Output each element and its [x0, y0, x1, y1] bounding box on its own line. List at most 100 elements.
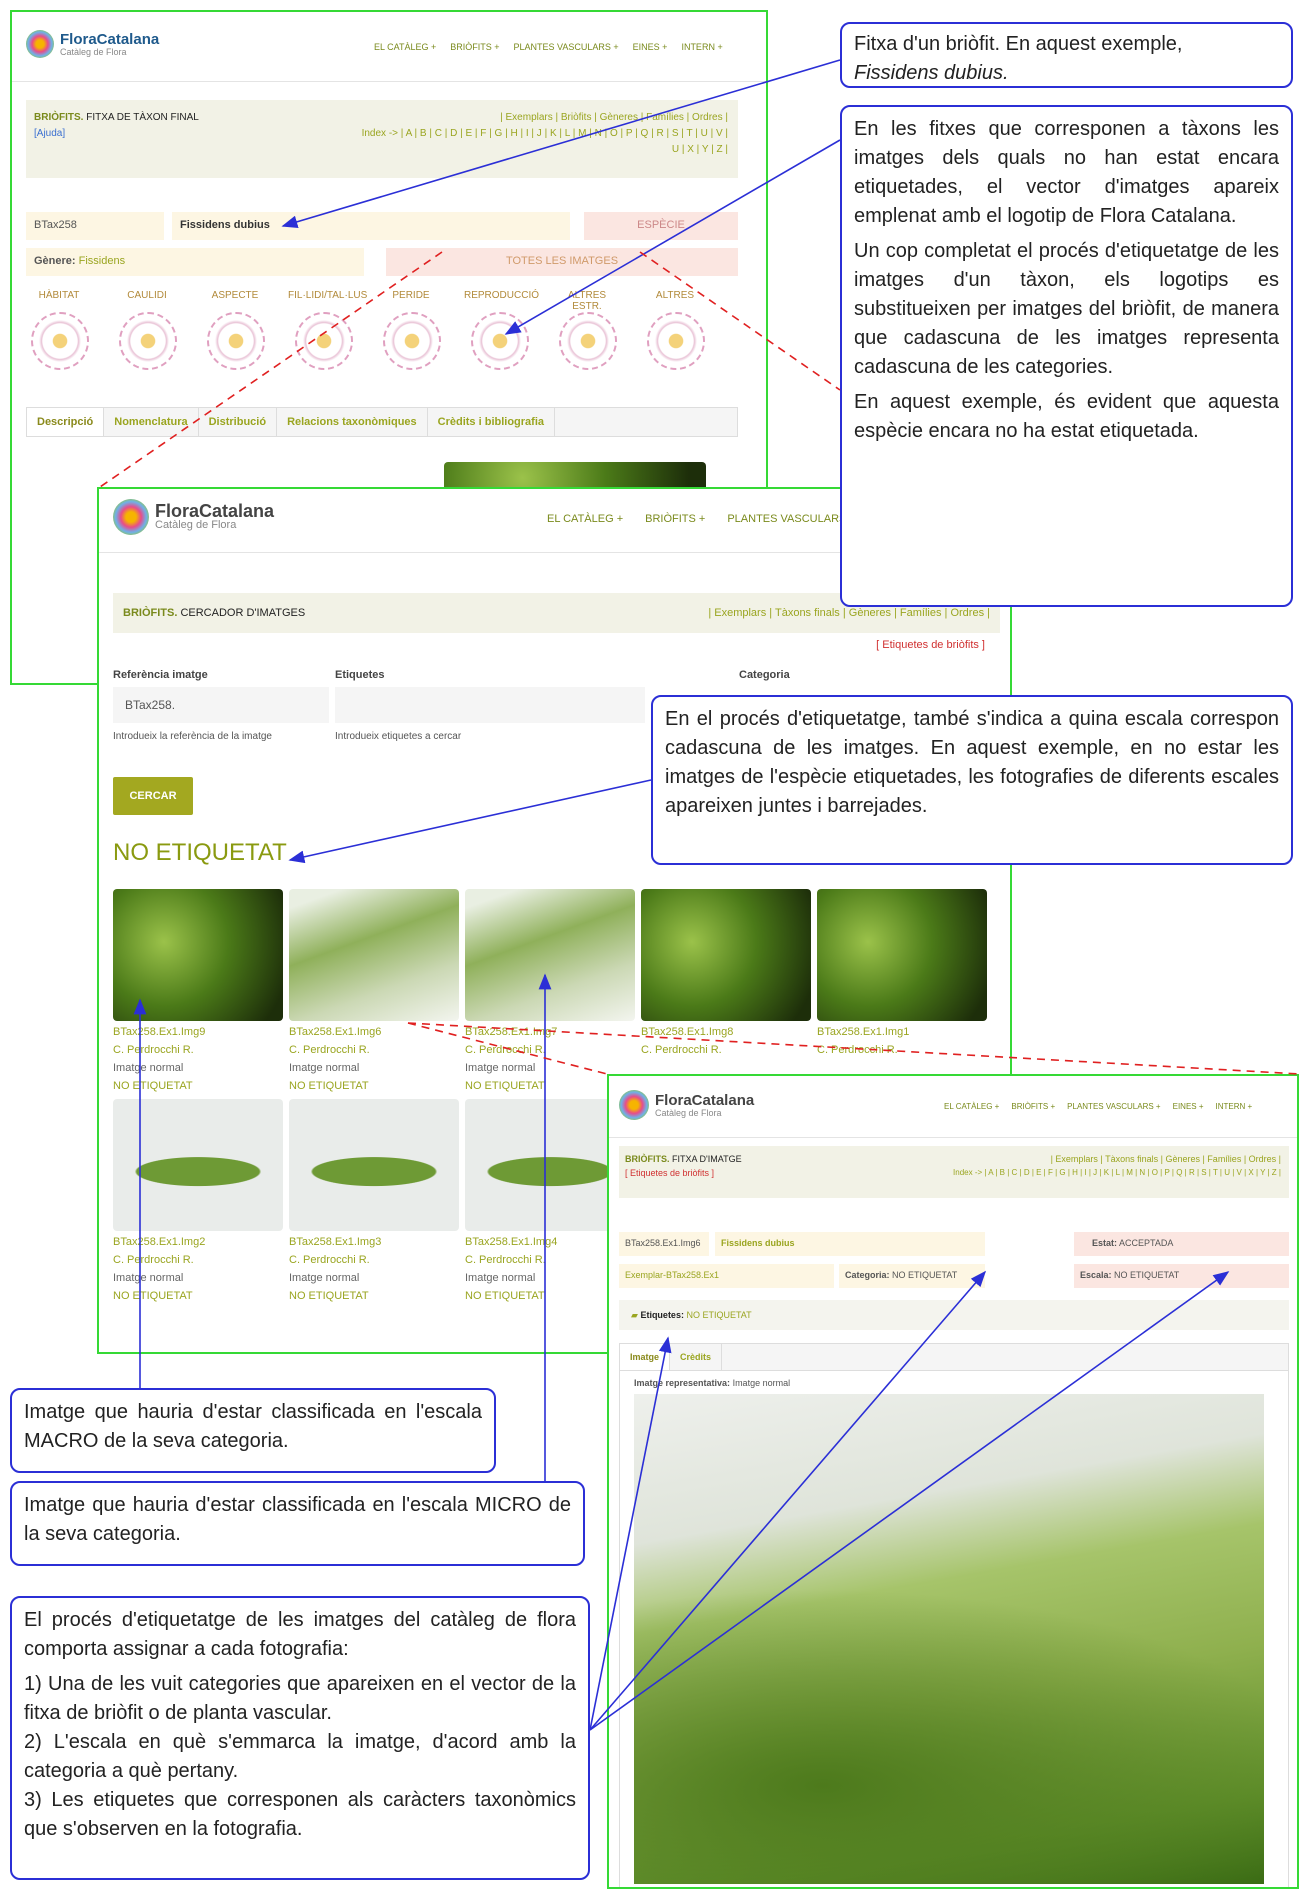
result-thumbnail[interactable]	[817, 889, 987, 1021]
flora-logo-placeholder-icon[interactable]	[383, 312, 441, 370]
note-macro: Imatge que hauria d'estar classificada e…	[10, 1388, 496, 1473]
folder-icon: ▰	[631, 1310, 638, 1320]
nav-cataleg[interactable]: EL CATÀLEG +	[547, 513, 623, 525]
search-button[interactable]: CERCAR	[113, 777, 193, 815]
flora-logo-placeholder-icon[interactable]	[31, 312, 89, 370]
result-author[interactable]: C. Perdrocchi R.	[817, 1041, 967, 1059]
brand-name: FloraCatalana	[60, 30, 160, 48]
flora-logo-placeholder-icon[interactable]	[119, 312, 177, 370]
ref-label: Referència imatge	[113, 669, 208, 681]
tab-descripcio[interactable]: Descripció	[27, 408, 105, 436]
result-id[interactable]: BTax258.Ex1.Img3	[289, 1233, 439, 1251]
tab-relacions[interactable]: Relacions taxonòmiques	[277, 408, 428, 436]
result-thumbnail[interactable]	[289, 889, 459, 1021]
tab-distribucio[interactable]: Distribució	[199, 408, 278, 436]
result-author[interactable]: C. Perdrocchi R.	[113, 1041, 263, 1059]
result-thumbnail[interactable]	[641, 889, 811, 1021]
result-author[interactable]: C. Perdrocchi R.	[641, 1041, 791, 1059]
alpha-index[interactable]: Index -> | A | B | C | D | E | F | G | H…	[362, 128, 728, 139]
main-nav: EL CATÀLEG + BRIÒFITS + PLANTES VASCULAR…	[944, 1102, 1252, 1111]
tab-imatge[interactable]: Imatge	[620, 1344, 671, 1370]
category-label-0: HÀBITAT	[38, 290, 80, 301]
logo[interactable]: FloraCatalana Catàleg de Flora	[619, 1090, 754, 1120]
result-id[interactable]: BTax258.Ex1.Img7	[465, 1023, 615, 1041]
tags-input[interactable]	[335, 687, 645, 723]
taxon-tabs: Descripció Nomenclatura Distribució Rela…	[26, 407, 738, 437]
nav-briofits[interactable]: BRIÒFITS +	[645, 513, 705, 525]
note-fitxa: Fitxa d'un briòfit. En aquest exemple, Fi…	[840, 22, 1293, 88]
nav-intern[interactable]: INTERN +	[681, 42, 722, 52]
tab-credits[interactable]: Crèdits i bibliografia	[428, 408, 556, 436]
tags-link[interactable]: [ Etiquetes de briòfits ]	[625, 1168, 714, 1178]
flora-logo-placeholder-icon[interactable]	[207, 312, 265, 370]
ref-input[interactable]: BTax258.	[113, 687, 329, 723]
result-state: NO ETIQUETAT	[465, 1290, 545, 1302]
result-author[interactable]: C. Perdrocchi R.	[289, 1251, 439, 1269]
tags-row: ▰ Etiquetes: NO ETIQUETAT	[619, 1300, 1289, 1330]
nav-eines[interactable]: EINES +	[1173, 1102, 1204, 1111]
flora-logo-placeholder-icon[interactable]	[471, 312, 529, 370]
tags-link[interactable]: [ Etiquetes de briòfits ]	[876, 639, 985, 651]
category-label-7: ALTRES	[655, 290, 695, 301]
result-thumbnail[interactable]	[113, 889, 283, 1021]
image-id: BTax258.Ex1.Img6	[619, 1232, 709, 1256]
section-links[interactable]: | Exemplars | Briòfits | Gèneres | Famíl…	[500, 112, 728, 123]
main-nav: EL CATÀLEG + BRIÒFITS + PLANTES VASCULAR…	[374, 42, 723, 52]
category-label-2: ASPECTE	[211, 290, 259, 301]
result-id[interactable]: BTax258.Ex1.Img8	[641, 1023, 791, 1041]
result-author[interactable]: C. Perdrocchi R.	[113, 1251, 263, 1269]
nav-plantes-vasculars[interactable]: PLANTES VASCULARS +	[514, 42, 619, 52]
logo[interactable]: FloraCatalana Catàleg de Flora	[113, 499, 274, 535]
result-id[interactable]: BTax258.Ex1.Img9	[113, 1023, 263, 1041]
nav-intern[interactable]: INTERN +	[1216, 1102, 1253, 1111]
result-thumbnail[interactable]	[113, 1099, 283, 1231]
nav-cataleg[interactable]: EL CATÀLEG +	[374, 42, 436, 52]
nav-briofits[interactable]: BRIÒFITS +	[1011, 1102, 1055, 1111]
flora-logo-placeholder-icon[interactable]	[295, 312, 353, 370]
result-id[interactable]: BTax258.Ex1.Img2	[113, 1233, 263, 1251]
result-thumbnail[interactable]	[289, 1099, 459, 1231]
result-author[interactable]: C. Perdrocchi R.	[465, 1041, 615, 1059]
nav-cataleg[interactable]: EL CATÀLEG +	[944, 1102, 999, 1111]
rep-row: Imatge representativa: Imatge normal	[634, 1378, 791, 1388]
category-label: Categoria:	[845, 1270, 890, 1280]
tab-nomenclatura[interactable]: Nomenclatura	[104, 408, 199, 436]
nav-eines[interactable]: EINES +	[633, 42, 668, 52]
result-id[interactable]: BTax258.Ex1.Img1	[817, 1023, 967, 1041]
section-title: BRIÒFITS. FITXA DE TÀXON FINAL	[34, 112, 199, 123]
brand-tagline: Catàleg de Flora	[655, 1107, 722, 1118]
section-title: BRIÒFITS. CERCADOR D'IMATGES	[123, 607, 306, 619]
all-images-button[interactable]: TOTES LES IMATGES	[386, 248, 738, 276]
exemplar-link[interactable]: Exemplar-BTax258.Ex1	[619, 1264, 834, 1288]
tab-panel: Imatge representativa: Imatge normal	[619, 1368, 1289, 1887]
result-caption: BTax258.Ex1.Img8 C. Perdrocchi R.	[641, 1023, 791, 1059]
genus-link[interactable]: Fissidens	[79, 255, 125, 267]
taxon-name[interactable]: Fissidens dubius	[715, 1232, 985, 1256]
result-type: Imatge normal	[113, 1062, 184, 1074]
flora-logo-placeholder-icon[interactable]	[559, 312, 617, 370]
flora-logo-placeholder-icon[interactable]	[647, 312, 705, 370]
result-caption: BTax258.Ex1.Img2 C. Perdrocchi R. Imatge n…	[113, 1233, 263, 1305]
section-links[interactable]: | Exemplars | Tàxons finals | Gèneres | …	[708, 607, 990, 619]
tab-credits[interactable]: Crèdits	[670, 1344, 723, 1370]
result-author[interactable]: C. Perdrocchi R.	[465, 1251, 615, 1269]
result-caption: BTax258.Ex1.Img1 C. Perdrocchi R.	[817, 1023, 967, 1059]
category-label-5: REPRODUCCIÓ	[464, 290, 540, 301]
result-id[interactable]: BTax258.Ex1.Img4	[465, 1233, 615, 1251]
result-id[interactable]: BTax258.Ex1.Img6	[289, 1023, 439, 1041]
taxon-name: Fissidens dubius	[172, 212, 570, 240]
nav-briofits[interactable]: BRIÒFITS +	[450, 42, 499, 52]
result-thumbnail[interactable]	[465, 889, 635, 1021]
state-value: ACCEPTADA	[1119, 1238, 1174, 1248]
alpha-index-2[interactable]: U | X | Y | Z |	[672, 144, 728, 155]
result-caption: BTax258.Ex1.Img7 C. Perdrocchi R. Imatge n…	[465, 1023, 615, 1095]
result-author[interactable]: C. Perdrocchi R.	[289, 1041, 439, 1059]
note-scale: En el procés d'etiquetatge, també s'indi…	[651, 695, 1293, 865]
nav-plantes-vasculars[interactable]: PLANTES VASCULARS	[727, 513, 846, 525]
alpha-index[interactable]: Index -> | A | B | C | D | E | F | G | H…	[953, 1168, 1281, 1177]
logo[interactable]: FloraCatalana Catàleg de Flora	[26, 30, 159, 58]
ref-hint: Introdueix la referència de la imatge	[113, 731, 272, 742]
nav-plantes-vasculars[interactable]: PLANTES VASCULARS +	[1067, 1102, 1160, 1111]
section-links[interactable]: | Exemplars | Tàxons finals | Gèneres | …	[1051, 1154, 1281, 1164]
help-link[interactable]: [Ajuda]	[34, 128, 65, 139]
